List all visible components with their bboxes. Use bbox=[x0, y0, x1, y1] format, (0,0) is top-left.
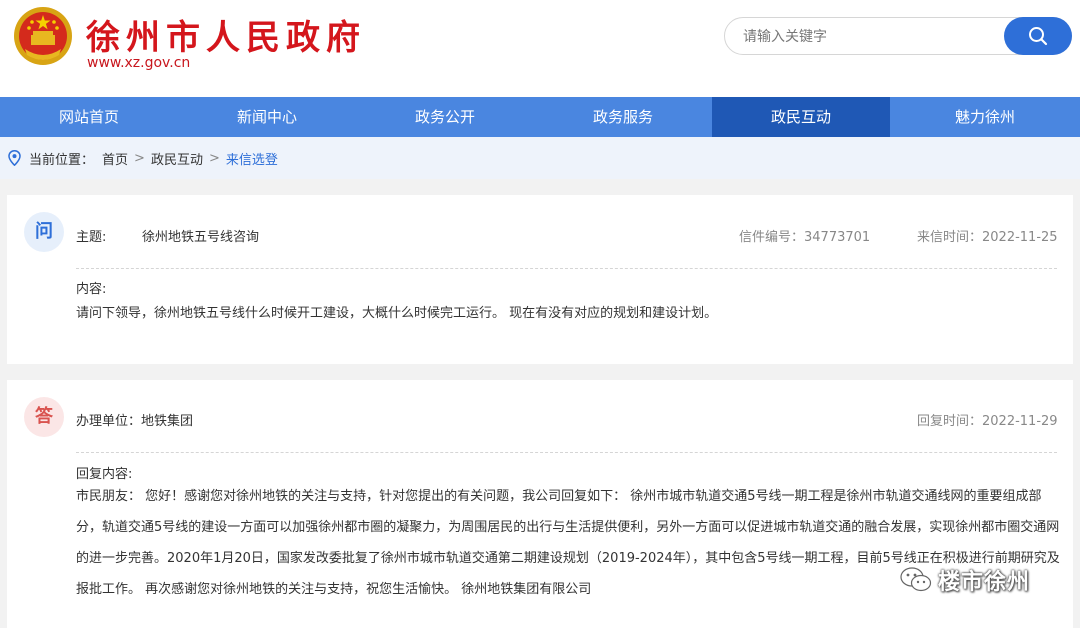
nav-item-news[interactable]: 新闻中心 bbox=[178, 97, 356, 137]
question-card: 问 主题: 徐州地铁五号线咨询 信件编号：34773701 来信时间：2022-… bbox=[7, 195, 1073, 364]
search-box bbox=[724, 17, 1072, 56]
nav-item-gov-services[interactable]: 政务服务 bbox=[534, 97, 712, 137]
subject-label: 主题: bbox=[76, 230, 107, 245]
site-title[interactable]: 徐州市人民政府 bbox=[86, 10, 366, 59]
breadcrumb-interaction[interactable]: 政民互动 bbox=[151, 149, 203, 168]
watermark: 楼市徐州 bbox=[900, 564, 1030, 596]
handling-unit: 办理单位：地铁集团 bbox=[76, 414, 194, 429]
reply-date: 回复时间：2022-11-29 bbox=[917, 414, 1058, 429]
subject-text: 徐州地铁五号线咨询 bbox=[142, 230, 260, 245]
nav-item-interaction[interactable]: 政民互动 bbox=[712, 97, 890, 137]
breadcrumb-separator: > bbox=[208, 150, 220, 166]
breadcrumb-home[interactable]: 首页 bbox=[102, 149, 128, 168]
answer-badge: 答 bbox=[24, 397, 64, 437]
nav-item-gov-affairs[interactable]: 政务公开 bbox=[356, 97, 534, 137]
letter-number: 信件编号：34773701 bbox=[739, 230, 871, 245]
national-emblem-icon bbox=[12, 5, 74, 67]
letter-date: 来信时间：2022-11-25 bbox=[917, 230, 1058, 245]
main-nav: 网站首页 新闻中心 政务公开 政务服务 政民互动 魅力徐州 bbox=[0, 97, 1080, 137]
breadcrumb-current[interactable]: 来信选登 bbox=[226, 149, 278, 168]
search-icon bbox=[1029, 27, 1048, 46]
watermark-text: 楼市徐州 bbox=[938, 569, 1031, 595]
question-badge: 问 bbox=[24, 212, 64, 252]
breadcrumb-separator: > bbox=[134, 150, 145, 166]
wechat-icon bbox=[900, 567, 932, 592]
site-url[interactable]: www.xz.gov.cn bbox=[87, 55, 190, 71]
nav-item-home[interactable]: 网站首页 bbox=[0, 97, 178, 137]
location-pin-icon bbox=[8, 150, 21, 166]
reply-content-label: 回复内容: bbox=[76, 467, 133, 482]
search-input[interactable] bbox=[741, 18, 1005, 56]
divider bbox=[76, 268, 1057, 269]
search-button[interactable] bbox=[1004, 17, 1072, 55]
question-content: 请问下领导，徐州地铁五号线什么时候开工建设，大概什么时候完工运行。 现在有没有对… bbox=[76, 306, 718, 321]
nav-item-charm-xuzhou[interactable]: 魅力徐州 bbox=[890, 97, 1080, 137]
divider bbox=[76, 452, 1057, 453]
site-header: 徐州市人民政府 www.xz.gov.cn bbox=[0, 0, 1080, 97]
breadcrumb: 当前位置： 首页 > 政民互动 > 来信选登 bbox=[0, 137, 1080, 179]
breadcrumb-prefix: 当前位置： bbox=[29, 152, 95, 168]
content-label: 内容: bbox=[76, 282, 107, 297]
